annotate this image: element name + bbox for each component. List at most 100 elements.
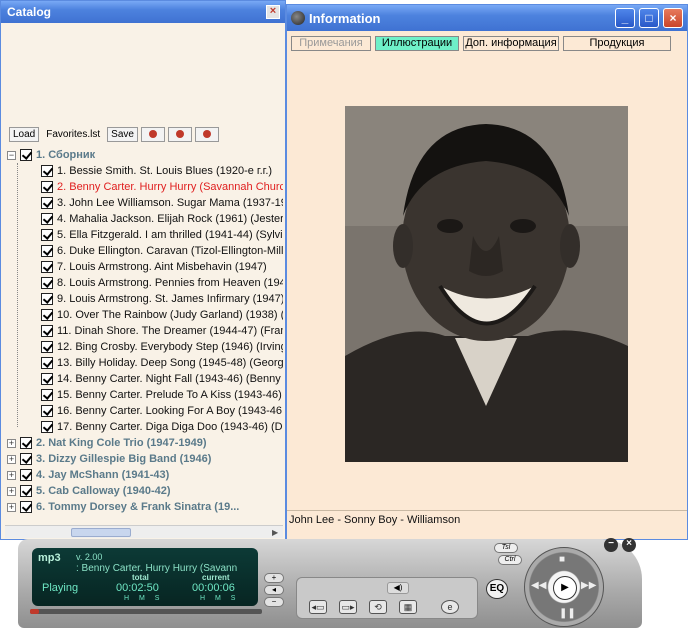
volume-up-icon[interactable]: +: [264, 573, 284, 583]
track-title: 5. Ella Fitzgerald. I am thrilled (1941-…: [57, 229, 283, 241]
volume-icon[interactable]: ◀): [387, 582, 409, 594]
player-close-icon[interactable]: ×: [622, 538, 636, 552]
group-checkbox[interactable]: [20, 469, 32, 481]
photo-caption: John Lee - Sonny Boy - Williamson: [289, 514, 461, 526]
move-all-icon[interactable]: [140, 126, 165, 142]
ctrl-button[interactable]: Ctrl: [498, 555, 522, 565]
collapse-icon[interactable]: −: [7, 150, 16, 160]
track-checkbox[interactable]: [41, 357, 53, 369]
tsl-button[interactable]: Tsl: [494, 543, 518, 553]
playlist-icon[interactable]: ▦: [399, 600, 417, 614]
track-item[interactable]: 17. Benny Carter. Diga Diga Doo (1943-46…: [7, 419, 283, 435]
tree-group[interactable]: +2. Nat King Cole Trio (1947-1949): [7, 435, 283, 451]
track-checkbox[interactable]: [41, 197, 53, 209]
current-time: 00:00:06: [192, 582, 235, 594]
track-item[interactable]: 10. Over The Rainbow (Judy Garland) (193…: [7, 307, 283, 323]
expand-icon[interactable]: +: [7, 438, 16, 448]
track-checkbox[interactable]: [41, 245, 53, 257]
track-title: 16. Benny Carter. Looking For A Boy (194…: [57, 405, 283, 417]
tab-extra-info[interactable]: Доп. информация: [463, 36, 559, 51]
group-checkbox[interactable]: [20, 485, 32, 497]
minimize-icon[interactable]: _: [615, 8, 635, 28]
save-button[interactable]: Save: [107, 126, 138, 142]
stop-icon[interactable]: ■: [559, 554, 565, 565]
track-item[interactable]: 4. Mahalia Jackson. Elijah Rock (1961) (…: [7, 211, 283, 227]
tree-group[interactable]: +4. Jay McShann (1941-43): [7, 467, 283, 483]
track-item[interactable]: 5. Ella Fitzgerald. I am thrilled (1941-…: [7, 227, 283, 243]
track-item[interactable]: 7. Louis Armstrong. Aint Misbehavin (194…: [7, 259, 283, 275]
track-checkbox[interactable]: [41, 325, 53, 337]
volume-down-icon[interactable]: −: [264, 597, 284, 607]
track-item[interactable]: 8. Louis Armstrong. Pennies from Heaven …: [7, 275, 283, 291]
group-checkbox[interactable]: [20, 437, 32, 449]
next-icon[interactable]: ▶▶: [581, 580, 596, 591]
move-updown-icon[interactable]: [167, 126, 192, 142]
close-icon[interactable]: ×: [663, 8, 683, 28]
tree-group[interactable]: +6. Tommy Dorsey & Frank Sinatra (19...: [7, 499, 283, 515]
forward-icon[interactable]: ▭▸: [339, 600, 357, 614]
catalog-close-icon[interactable]: ×: [266, 5, 280, 19]
seek-progress: [30, 609, 40, 614]
collapse-icon[interactable]: [194, 126, 219, 142]
track-checkbox[interactable]: [41, 181, 53, 193]
track-item[interactable]: 13. Billy Holiday. Deep Song (1945-48) (…: [7, 355, 283, 371]
maximize-icon[interactable]: □: [639, 8, 659, 28]
information-titlebar[interactable]: Information _ □ ×: [287, 5, 687, 31]
expand-icon[interactable]: +: [7, 454, 16, 464]
expand-icon[interactable]: +: [7, 502, 16, 512]
track-checkbox[interactable]: [41, 421, 53, 433]
track-item[interactable]: 9. Louis Armstrong. St. James Infirmary …: [7, 291, 283, 307]
track-checkbox[interactable]: [41, 405, 53, 417]
tab-illustrations[interactable]: Иллюстрации: [375, 36, 459, 51]
track-checkbox[interactable]: [41, 213, 53, 225]
group-checkbox[interactable]: [20, 501, 32, 513]
track-checkbox[interactable]: [41, 309, 53, 321]
track-item[interactable]: 6. Duke Ellington. Caravan (Tizol-Elling…: [7, 243, 283, 259]
pause-icon[interactable]: ❚❚: [559, 608, 576, 619]
tree-group[interactable]: − 1. Сборник: [7, 147, 283, 163]
tree-group-label: 1. Сборник: [36, 149, 96, 161]
repeat-icon[interactable]: ⟲: [369, 600, 387, 614]
tree-group[interactable]: +3. Dizzy Gillespie Big Band (1946): [7, 451, 283, 467]
playlist-tree: − 1. Сборник 1. Bessie Smith. St. Louis Bl…: [7, 147, 283, 527]
play-button[interactable]: ▶: [553, 576, 577, 600]
track-checkbox[interactable]: [41, 229, 53, 241]
expand-icon[interactable]: +: [7, 470, 16, 480]
track-checkbox[interactable]: [41, 341, 53, 353]
catalog-titlebar[interactable]: Catalog ×: [1, 1, 285, 23]
catalog-title: Catalog: [7, 5, 52, 19]
load-button[interactable]: Load: [9, 126, 40, 142]
tree-group[interactable]: +5. Cab Calloway (1940-42): [7, 483, 283, 499]
track-item[interactable]: 14. Benny Carter. Night Fall (1943-46) (…: [7, 371, 283, 387]
web-icon[interactable]: e: [441, 600, 459, 614]
track-item[interactable]: 11. Dinah Shore. The Dreamer (1944-47) (…: [7, 323, 283, 339]
equalizer-button[interactable]: EQ: [486, 579, 508, 599]
player-minimize-icon[interactable]: −: [604, 538, 618, 552]
track-item[interactable]: 1. Bessie Smith. St. Louis Blues (1920-е…: [7, 163, 283, 179]
track-checkbox[interactable]: [41, 277, 53, 289]
track-title: 12. Bing Crosby. Everybody Step (1946) (…: [57, 341, 283, 353]
track-checkbox[interactable]: [41, 293, 53, 305]
tab-products[interactable]: Продукция: [563, 36, 671, 51]
playback-status: Playing: [42, 582, 79, 594]
seek-bar[interactable]: [30, 609, 262, 614]
track-checkbox[interactable]: [41, 165, 53, 177]
track-item[interactable]: 16. Benny Carter. Looking For A Boy (194…: [7, 403, 283, 419]
track-item[interactable]: 15. Benny Carter. Prelude To A Kiss (194…: [7, 387, 283, 403]
group-checkbox[interactable]: [20, 453, 32, 465]
expand-icon[interactable]: +: [7, 486, 16, 496]
track-checkbox[interactable]: [41, 373, 53, 385]
track-item[interactable]: 2. Benny Carter. Hurry Hurry (Savannah C…: [7, 179, 283, 195]
tab-notes[interactable]: Примечания: [291, 36, 371, 51]
transport-wheel[interactable]: ■ ◀◀ ▶▶ ❚❚ ▶: [524, 547, 604, 627]
track-title: 15. Benny Carter. Prelude To A Kiss (194…: [57, 389, 282, 401]
rewind-icon[interactable]: ◂▭: [309, 600, 327, 614]
group-checkbox[interactable]: [20, 149, 32, 161]
previous-icon[interactable]: ◀◀: [531, 580, 546, 591]
track-item[interactable]: 12. Bing Crosby. Everybody Step (1946) (…: [7, 339, 283, 355]
track-checkbox[interactable]: [41, 389, 53, 401]
tree-group-label: 5. Cab Calloway (1940-42): [36, 485, 171, 497]
track-checkbox[interactable]: [41, 261, 53, 273]
track-item[interactable]: 3. John Lee Williamson. Sugar Mama (1937…: [7, 195, 283, 211]
speaker-icon[interactable]: ◂: [264, 585, 284, 595]
